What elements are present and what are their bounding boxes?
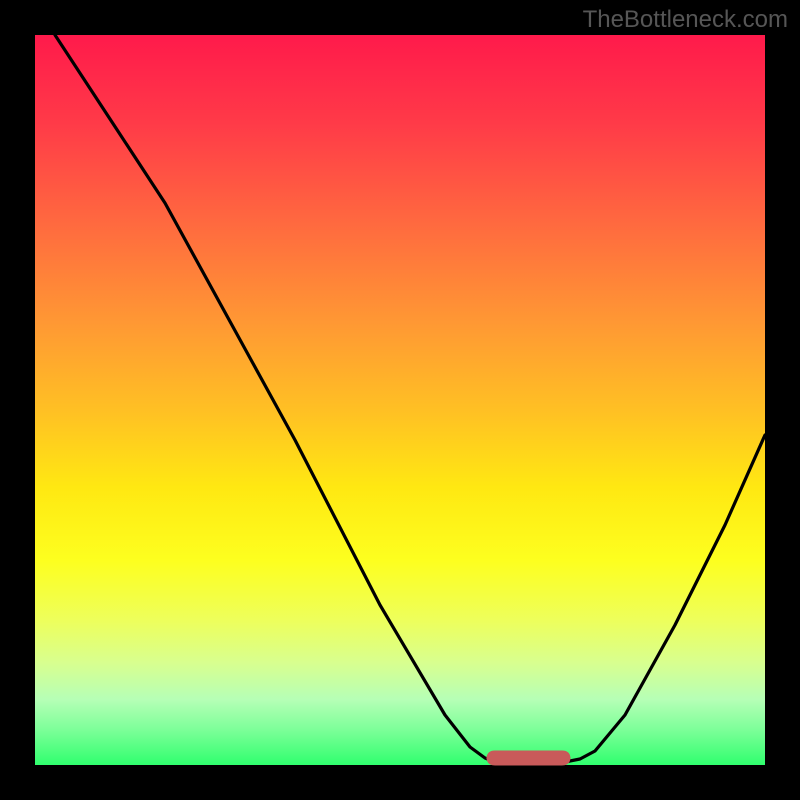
chart-curve (35, 35, 765, 765)
main-curve-path (55, 35, 765, 762)
plot-area (35, 35, 765, 765)
valley-highlight (487, 751, 570, 765)
watermark-text: TheBottleneck.com (583, 6, 788, 34)
